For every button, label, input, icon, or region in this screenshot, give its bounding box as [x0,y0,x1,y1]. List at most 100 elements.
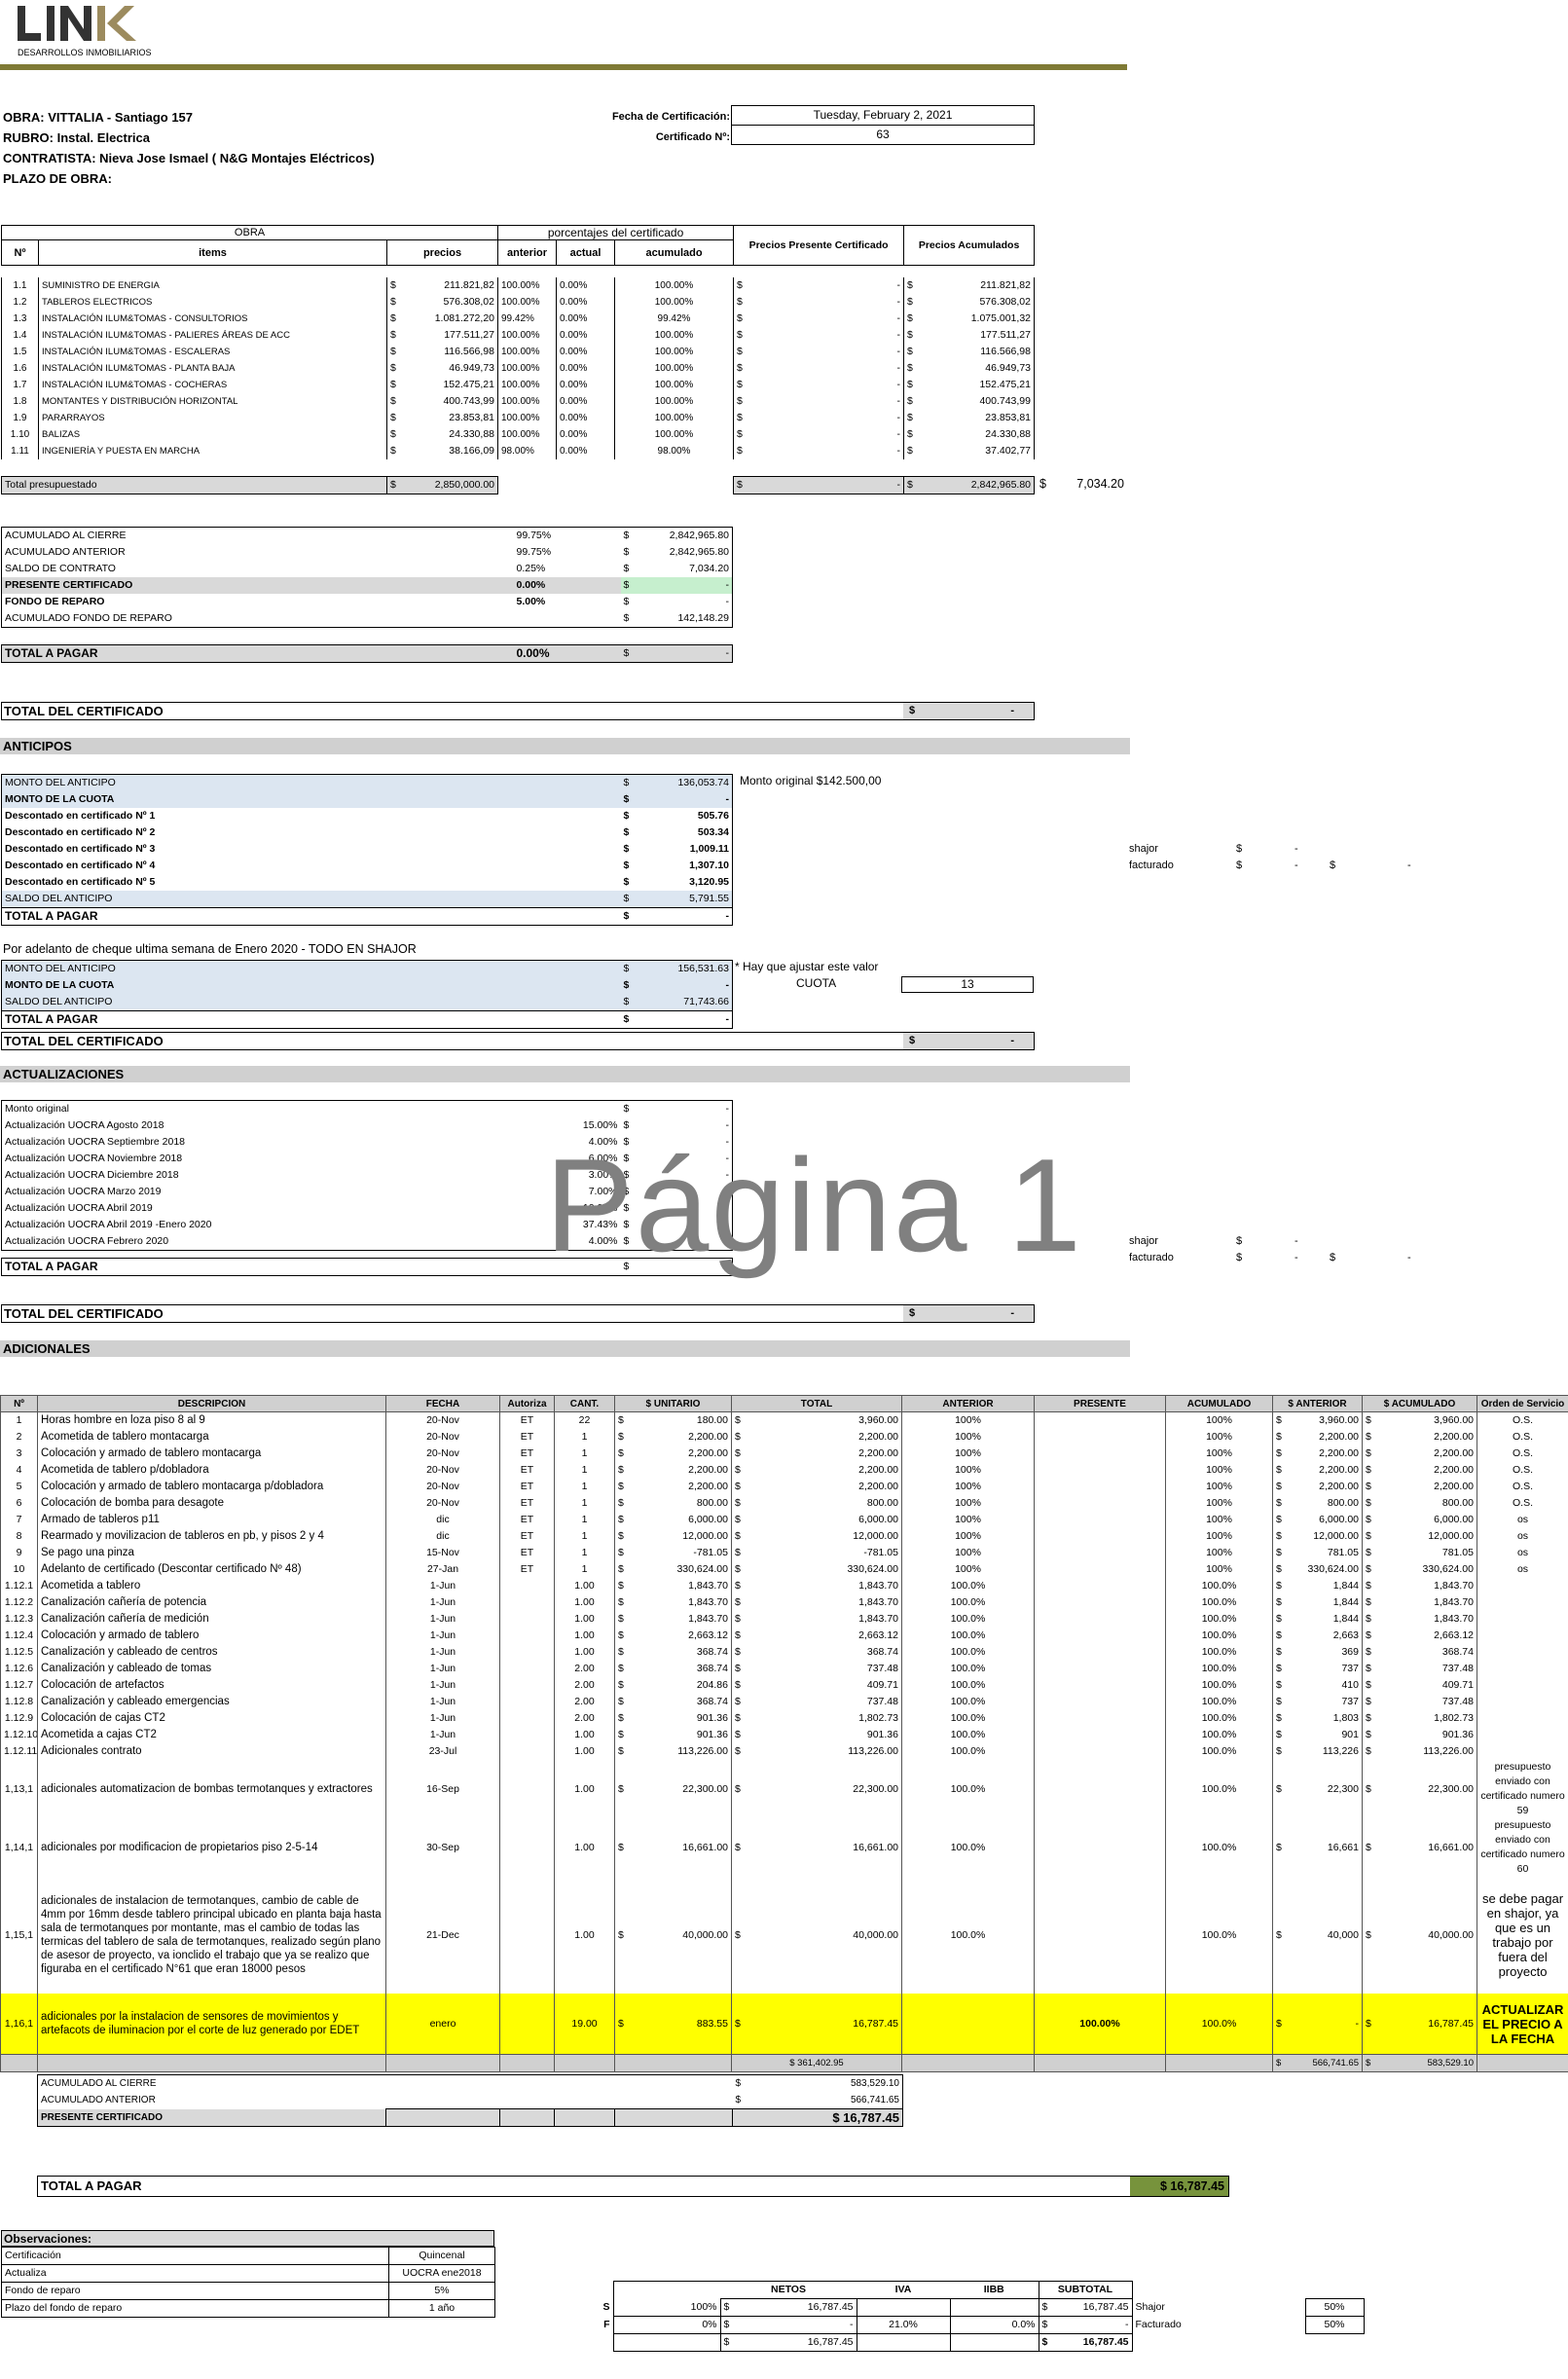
anticipo-value: 1,009.11 [689,843,729,855]
adicional-unitario: 2,663.12 [688,1629,728,1641]
budget-row-item: BALIZAS [38,426,387,443]
adicional-number: 7 [0,1512,38,1528]
split-table: NETOS IVA IIBB SUBTOTAL S 100% $16,787.45 $16,7… [537,2281,1365,2352]
observacion-value: 1 año [388,2299,495,2318]
adicional-acumulado: 100.0% [1165,1578,1273,1594]
main-table: OBRA porcentajes del certificado Precios… [0,225,1036,494]
adicional-acumulado: 100.0% [1165,1644,1273,1661]
currency-sign: $ [618,1745,624,1757]
cuota-label: CUOTA [796,976,837,990]
currency-sign: $ [1276,1782,1282,1795]
adicional-acumulado: 100.0% [1165,1727,1273,1743]
observacion-key: Fondo de reparo [1,2282,389,2300]
adicional-autoriza: ET [499,1446,555,1462]
adicional-total: 16,661.00 [853,1841,898,1853]
adicional-description: Acometida a cajas CT2 [37,1727,386,1743]
observacion-row: Certificación Quincenal [1,2247,495,2265]
adicional-s-acumulado: 113,226.00 [1423,1745,1474,1757]
adicional-description: Colocación de cajas CT2 [37,1710,386,1727]
adicional-fecha: 1-Jun [385,1644,500,1661]
adicional-acumulado: 100% [1165,1495,1273,1512]
adicional-orden-servicio: presupuesto enviado con certificado nume… [1477,1760,1568,1818]
split-header: NETOS [720,2281,857,2299]
anticipo-row: Descontado en certificado Nº 4 $1,307.10 [2,858,733,874]
anticipo-value: - [725,979,730,991]
currency-sign: $ [623,612,630,624]
currency-sign: $ [618,1547,624,1558]
adicional-total: 6,000.00 [858,1514,898,1525]
ad-total-label: TOTAL A PAGAR [41,2178,142,2193]
adicional-number: 8 [0,1528,38,1545]
shajor-label: shajor [1129,843,1158,855]
adicional-acumulado: 100% [1165,1411,1273,1429]
total-presupuestado-label: Total presupuestado [0,476,388,494]
budget-row-number: 1.6 [1,360,39,377]
currency-sign: $ [618,1596,624,1608]
adicional-s-anterior: 6,000.00 [1319,1514,1359,1525]
budget-row-pacum: 1.075.001,32 [970,312,1031,324]
currency-sign: $ [735,1629,741,1641]
total-a-pagar-pct: 0.00% [516,646,550,660]
currency-sign: $ [1041,2336,1048,2348]
anticipo-row: Descontado en certificado Nº 1 $505.76 [2,808,733,824]
adicionales-totals-row: $ 361,402.95 $566,741.65 $583,529.10 [0,2054,1568,2072]
currency-sign: $ [1366,1596,1371,1608]
adicional-cantidad: 1 [554,1429,615,1446]
act-total-label: TOTAL A PAGAR [5,1260,98,1273]
adicional-fecha: 1-Jun [385,1694,500,1710]
adicional-unitario: 883.55 [696,2017,728,2030]
summary-block: ACUMULADO AL CIERRE 99.75% $2,842,965.80 AC… [1,527,733,663]
split-header: SUBTOTAL [1038,2281,1133,2299]
adicional-anterior: 100% [901,1462,1035,1479]
currency-sign: $ [907,312,913,324]
anticipo-row: Descontado en certificado Nº 2 $503.34 [2,824,733,841]
adicional-unitario: 901.36 [696,1712,728,1724]
anticipo-value: 136,053.74 [677,777,729,788]
adicional-acumulado: 100.0% [1165,1760,1273,1818]
currency-sign: $ [1041,2301,1048,2313]
adicional-s-acumulado: 800.00 [1441,1497,1474,1509]
certificado-value: 63 [731,126,1035,145]
adicional-row: 6 Colocación de bomba para desagote 20-Nov… [0,1495,1568,1512]
adicionales-table: Nº DESCRIPCION FECHA Autoriza CANT. $ UNITARI… [0,1395,1568,2072]
adicional-fecha: 15-Nov [385,1545,500,1561]
currency-sign: $ [1366,1841,1371,1853]
budget-row-number: 1.5 [1,344,39,360]
total-certificado-row: TOTAL DEL CERTIFICADO $ - [1,702,1035,720]
adicional-presente [1034,1677,1166,1694]
currency-sign: $ [735,2095,742,2105]
adicional-presente [1034,1710,1166,1727]
adicional-total: 22,300.00 [853,1782,898,1795]
split-p2: 50% [1304,2298,1365,2317]
budget-row: 1.11 INGENIERÍA Y PUESTA EN MARCHA $38.166… [1,443,1035,459]
adicional-fecha: 20-Nov [385,1462,500,1479]
actualizacion-label: Actualización UOCRA Diciembre 2018 [5,1169,179,1181]
budget-row-anterior: 100.00% [497,294,557,311]
adicional-orden-servicio [1477,1727,1568,1743]
budget-row-actual: 0.00% [556,327,615,344]
currency-sign: $ [1276,1696,1282,1707]
adicional-autoriza [499,1743,555,1760]
adicional-s-anterior: 40,000 [1327,1928,1359,1941]
rubro-label: RUBRO: Instal. Electrica [3,130,150,145]
adicional-orden-servicio: O.S. [1477,1462,1568,1479]
currency-sign: $ [1276,1745,1282,1757]
adicional-cantidad: 1.00 [554,1594,615,1611]
adicional-fecha: 1-Jun [385,1594,500,1611]
budget-row-anterior: 100.00% [497,360,557,377]
adicional-s-acumulado: 737.48 [1441,1696,1474,1707]
budget-row-pacum: 152.475,21 [979,379,1031,390]
currency-sign: $ [735,1514,741,1525]
adicional-orden-servicio: O.S. [1477,1411,1568,1429]
budget-row-anterior: 99.42% [497,311,557,327]
adicional-number: 10 [0,1561,38,1578]
adicional-fecha: 16-Sep [385,1760,500,1818]
adicional-number: 1.12.4 [0,1628,38,1644]
anticipo-label: Descontado en certificado Nº 4 [5,860,156,871]
adicional-unitario: 2,200.00 [688,1431,728,1443]
adicional-s-anterior: 901 [1341,1729,1359,1740]
budget-row-pacum: 576.308,02 [979,296,1031,308]
logo-mark [18,6,136,41]
currency-sign: $ [618,1447,624,1459]
budget-row-acumulado: 100.00% [614,360,734,377]
